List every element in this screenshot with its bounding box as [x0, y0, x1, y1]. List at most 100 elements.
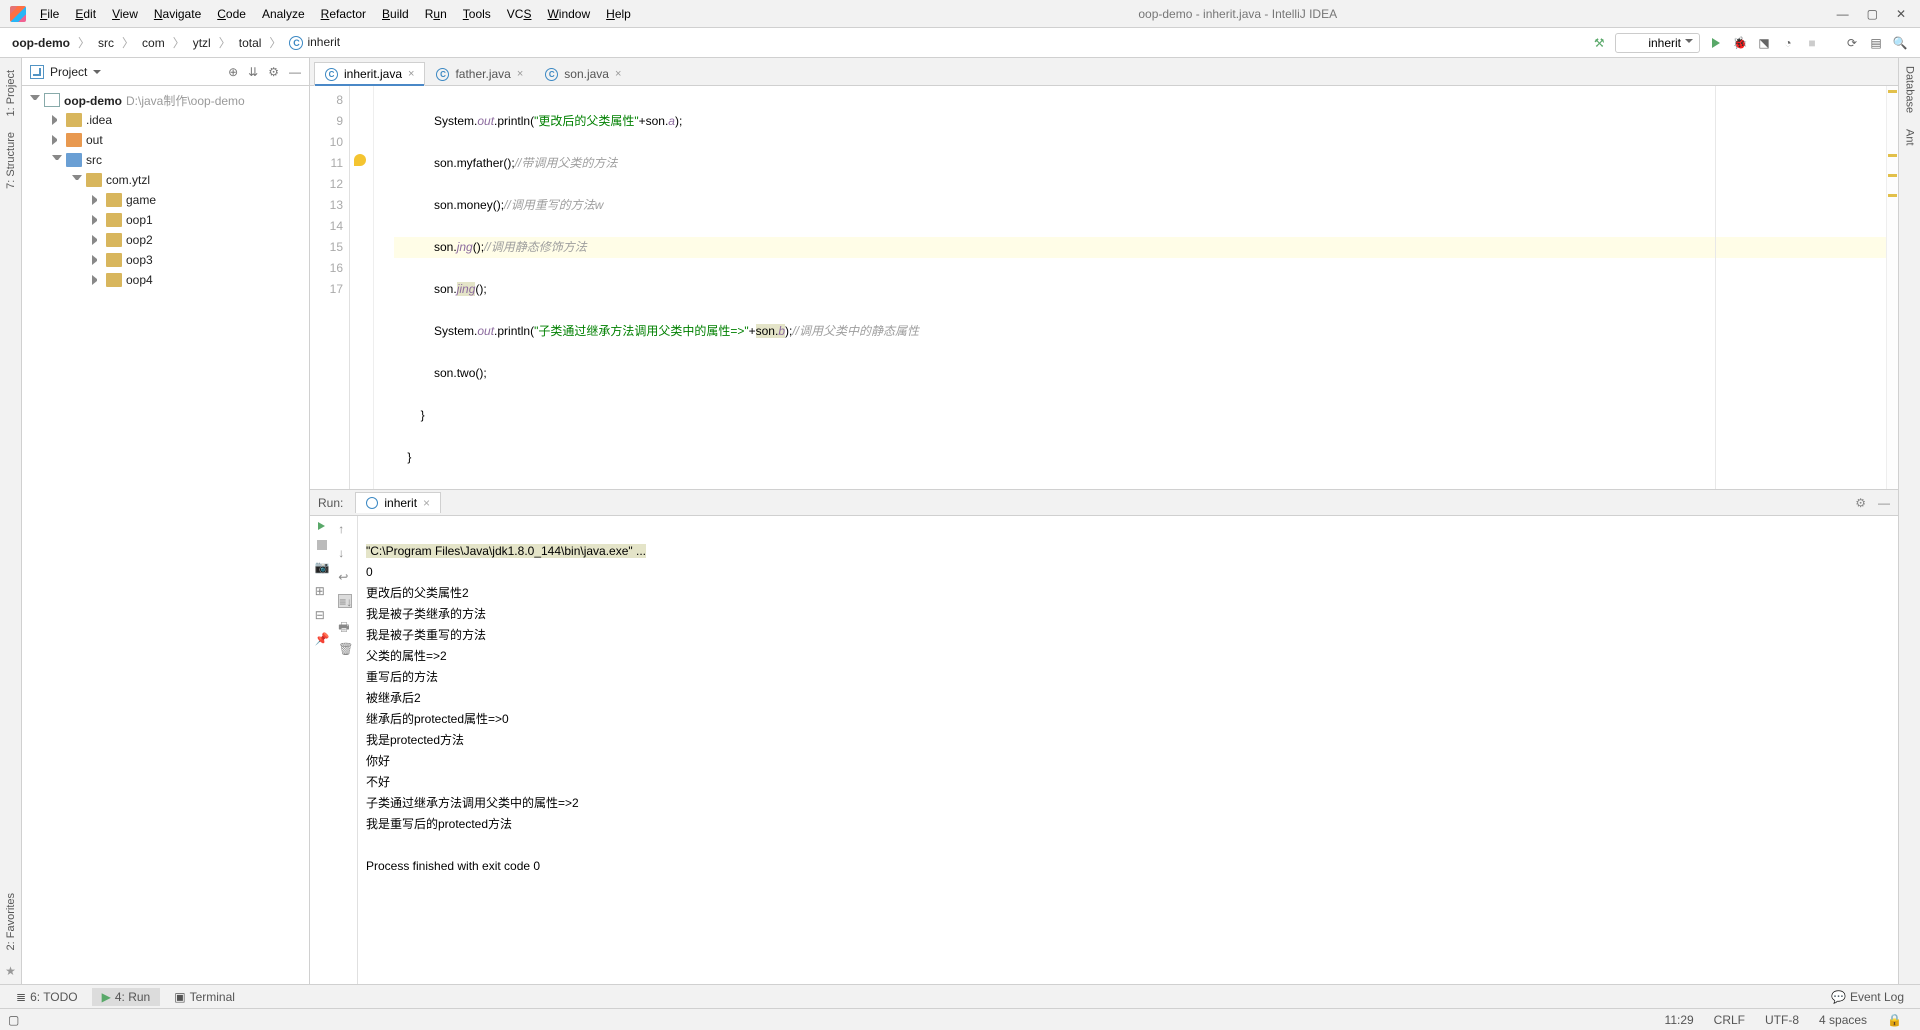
debug-button[interactable]: 🐞: [1732, 35, 1748, 51]
close-icon[interactable]: ✕: [1896, 7, 1906, 21]
stop-button[interactable]: ■: [1804, 35, 1820, 51]
crumb-project[interactable]: oop-demo: [6, 34, 76, 52]
run-config-selector[interactable]: inherit: [1615, 33, 1700, 53]
editor-body[interactable]: 891011121314151617 System.out.println("更…: [310, 86, 1898, 489]
run-header: Run: inherit× ⚙ —: [310, 490, 1898, 516]
pin-icon[interactable]: 📌: [315, 632, 329, 646]
status-encoding[interactable]: UTF-8: [1755, 1013, 1809, 1027]
tree-oop2[interactable]: oop2: [22, 230, 309, 250]
dump-icon[interactable]: 📷: [315, 560, 329, 574]
run-body: 📷 ⊞ ⊟ 📌 ↑ ↓ ↩ ≡↓ 🖶 🗑 "C:\Program File: [310, 516, 1898, 984]
tool-run[interactable]: ▶4: Run: [92, 988, 161, 1006]
run-settings-icon[interactable]: ⚙: [1855, 496, 1866, 510]
menu-vcs[interactable]: VCS: [499, 3, 540, 25]
rail-database[interactable]: Database: [1902, 58, 1918, 121]
tree-pkg[interactable]: com.ytzl: [22, 170, 309, 190]
package-icon: [86, 173, 102, 187]
tree-src[interactable]: src: [22, 150, 309, 170]
tree-idea[interactable]: .idea: [22, 110, 309, 130]
up-icon[interactable]: ↑: [338, 522, 352, 536]
intention-bulb-icon[interactable]: [354, 154, 366, 166]
run-tab[interactable]: inherit×: [355, 492, 441, 513]
crumb-file[interactable]: Cinherit: [283, 33, 346, 52]
search-icon[interactable]: 🔍: [1892, 35, 1908, 51]
rail-project[interactable]: 1: Project: [3, 62, 19, 124]
tree-oop1[interactable]: oop1: [22, 210, 309, 230]
chevron-down-icon[interactable]: [93, 70, 101, 74]
tree-oop3[interactable]: oop3: [22, 250, 309, 270]
coverage-button[interactable]: ⬔: [1756, 35, 1772, 51]
package-icon: [106, 213, 122, 227]
project-tree[interactable]: oop-demoD:\java制作\oop-demo .idea out src…: [22, 86, 309, 984]
build-icon[interactable]: ⚒: [1591, 35, 1607, 51]
profile-button[interactable]: ◔: [1780, 35, 1796, 51]
wrap-icon[interactable]: ↩: [338, 570, 352, 584]
status-indent[interactable]: 4 spaces: [1809, 1013, 1877, 1027]
status-position[interactable]: 11:29: [1655, 1013, 1704, 1027]
menu-tools[interactable]: Tools: [455, 3, 499, 25]
exit-icon[interactable]: ⊟: [315, 608, 329, 622]
menu-run[interactable]: Run: [417, 3, 455, 25]
menu-view[interactable]: View: [104, 3, 146, 25]
update-button[interactable]: ⟳: [1844, 35, 1860, 51]
rail-structure[interactable]: 7: Structure: [3, 124, 19, 197]
run-hide-icon[interactable]: —: [1878, 496, 1890, 510]
menu-build[interactable]: Build: [374, 3, 417, 25]
hide-icon[interactable]: —: [289, 65, 301, 79]
project-view-title[interactable]: Project: [50, 65, 87, 79]
menu-analyze[interactable]: Analyze: [254, 3, 313, 25]
clear-icon[interactable]: 🗑: [338, 642, 352, 656]
tab-inherit[interactable]: Cinherit.java×: [314, 62, 425, 86]
status-lock-icon[interactable]: 🔒: [1877, 1013, 1912, 1027]
tab-son[interactable]: Cson.java×: [534, 62, 632, 85]
bottom-tool-bar: ≣6: TODO ▶4: Run ▣Terminal 💬Event Log: [0, 984, 1920, 1008]
menu-code[interactable]: Code: [209, 3, 254, 25]
layout-icon[interactable]: ⊞: [315, 584, 329, 598]
stop-icon[interactable]: [317, 540, 327, 550]
print-icon[interactable]: 🖶: [338, 618, 352, 632]
minimize-icon[interactable]: —: [1837, 7, 1849, 21]
menu-window[interactable]: Window: [539, 3, 598, 25]
crumb-com[interactable]: com: [136, 34, 171, 52]
tree-game[interactable]: game: [22, 190, 309, 210]
tool-event-log[interactable]: 💬Event Log: [1821, 988, 1914, 1006]
menu-refactor[interactable]: Refactor: [313, 3, 374, 25]
close-tab-icon[interactable]: ×: [517, 68, 523, 80]
scroll-to-end-icon[interactable]: ≡↓: [338, 594, 352, 608]
rail-favorites[interactable]: 2: Favorites: [3, 885, 19, 958]
class-icon: C: [289, 36, 303, 50]
collapse-icon[interactable]: ⇊: [248, 65, 258, 79]
close-tab-icon[interactable]: ×: [615, 68, 621, 80]
menu-help[interactable]: Help: [598, 3, 639, 25]
tree-out[interactable]: out: [22, 130, 309, 150]
crumb-ytzl[interactable]: ytzl: [187, 34, 217, 52]
settings-icon[interactable]: ⚙: [268, 65, 279, 79]
down-icon[interactable]: ↓: [338, 546, 352, 560]
tool-terminal[interactable]: ▣Terminal: [164, 988, 245, 1006]
run-button[interactable]: [1708, 35, 1724, 51]
rerun-icon[interactable]: [318, 522, 325, 530]
status-line-sep[interactable]: CRLF: [1704, 1013, 1755, 1027]
menu-navigate[interactable]: Navigate: [146, 3, 209, 25]
maximize-icon[interactable]: ▢: [1867, 7, 1878, 21]
menu-edit[interactable]: Edit: [67, 3, 104, 25]
status-icon[interactable]: ▢: [8, 1013, 19, 1027]
tree-oop4[interactable]: oop4: [22, 270, 309, 290]
crumb-src[interactable]: src: [92, 34, 120, 52]
tab-father[interactable]: Cfather.java×: [425, 62, 534, 85]
structure-button[interactable]: ▤: [1868, 35, 1884, 51]
gutter-marks: [350, 86, 374, 489]
package-icon: [106, 273, 122, 287]
module-icon: [44, 93, 60, 107]
project-view-icon: [30, 65, 44, 79]
console-output[interactable]: "C:\Program Files\Java\jdk1.8.0_144\bin\…: [358, 516, 1898, 984]
menu-file[interactable]: File: [32, 3, 67, 25]
rail-ant[interactable]: Ant: [1902, 121, 1918, 154]
crumb-total[interactable]: total: [233, 34, 268, 52]
locate-icon[interactable]: ⊕: [228, 65, 238, 79]
tree-root[interactable]: oop-demoD:\java制作\oop-demo: [22, 90, 309, 110]
error-stripe[interactable]: [1886, 86, 1898, 489]
tool-todo[interactable]: ≣6: TODO: [6, 988, 88, 1006]
code-editor[interactable]: System.out.println("更改后的父类属性"+son.a); so…: [374, 86, 1886, 489]
close-tab-icon[interactable]: ×: [408, 68, 414, 80]
